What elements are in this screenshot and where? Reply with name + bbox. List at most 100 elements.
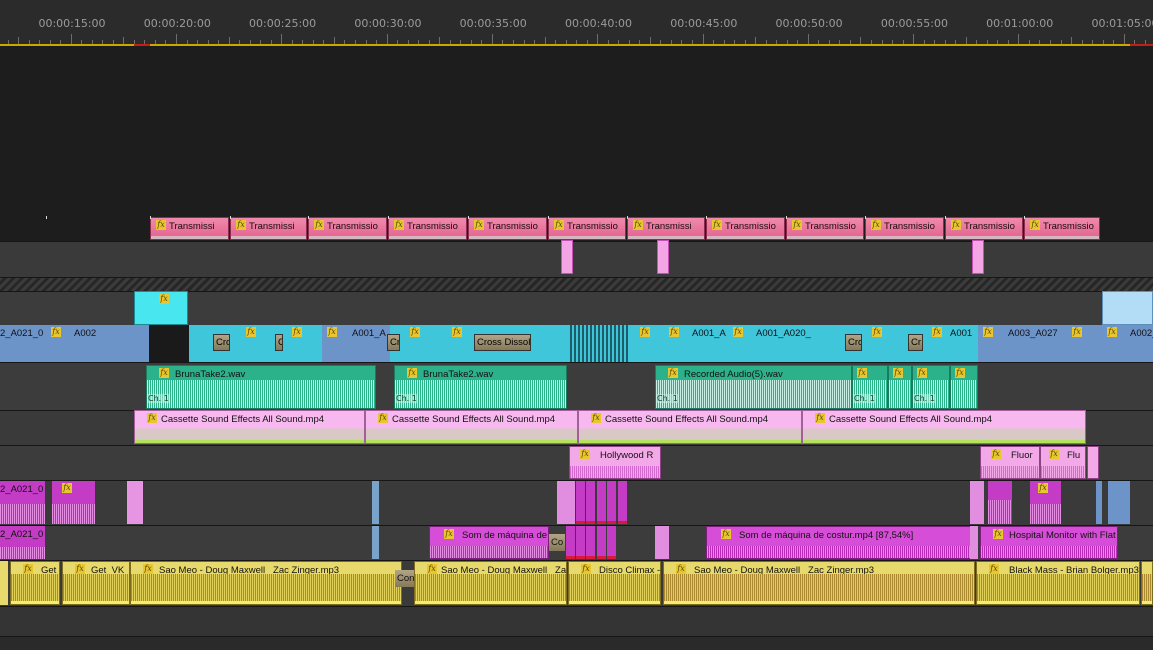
track-divider [0, 606, 1153, 607]
title-clip-transmission[interactable]: fx Transmissio [388, 217, 467, 240]
audio-clip-slice[interactable] [597, 526, 606, 559]
timecode-ruler[interactable]: 00:00:15:00 00:00:20:00 00:00:25:00 00:00:3… [0, 0, 1153, 47]
audio-clip-som[interactable]: fx Som de máquina de costur.mp4 [87,54%] [706, 526, 974, 559]
title-clip-short[interactable] [657, 240, 669, 274]
title-clip-transmission[interactable]: fx Transmissio [468, 217, 547, 240]
transition-cross-dissolve[interactable]: Cro [213, 334, 230, 351]
audio-clip-bruna[interactable]: fx BrunaTake2.wav [394, 365, 567, 409]
audio-clip-recorded[interactable]: fx Recorded Audio(5).wav [655, 365, 852, 409]
title-clip-transmission[interactable]: fx Transmissio [1024, 217, 1100, 240]
audio-clip-slice[interactable] [576, 526, 585, 559]
clip-label: 2_A021_0 [0, 484, 44, 495]
video-clip[interactable] [101, 325, 121, 362]
audio-clip[interactable] [372, 526, 379, 559]
video-clip-a021[interactable]: 2_A021_0 [0, 325, 46, 362]
video-clip-cyan[interactable]: fx [280, 325, 322, 362]
title-clip-transmission[interactable]: fx Transmissio [548, 217, 626, 240]
audio-clip[interactable] [127, 481, 143, 524]
audio-clip-slice[interactable] [586, 526, 595, 559]
audio-clip-recorded-part[interactable]: fx [888, 365, 912, 409]
video-clip-effect[interactable] [1102, 291, 1153, 325]
audio-clip-music[interactable]: fx Sao Meo - Doug Maxwell_ Za [414, 561, 567, 605]
audio-clip-slice[interactable] [566, 526, 575, 559]
video-clip-cyan[interactable]: fx [240, 325, 280, 362]
video-clip-a002[interactable]: fx A002 [46, 325, 101, 362]
audio-clip-cassette[interactable]: fx Cassette Sound Effects All Sound.mp4 [802, 410, 1086, 444]
audio-clip-a021[interactable]: 2_A021_0 [0, 481, 45, 524]
edit-point-marker [706, 216, 707, 219]
audio-clip-cassette[interactable]: fx Cassette Sound Effects All Sound.mp4 [578, 410, 802, 444]
video-gap[interactable] [149, 325, 189, 362]
audio-clip[interactable] [988, 481, 1012, 524]
title-clip-transmission[interactable]: fx Transmissio [786, 217, 864, 240]
transition-cross-dissolve[interactable]: Cr [908, 334, 923, 351]
audio-clip-slice[interactable] [618, 481, 627, 524]
video-clip-a002[interactable]: fx A002_ [1102, 325, 1153, 362]
audio-clip-fluor[interactable]: fx Fluor [980, 446, 1040, 479]
audio-clip-recorded-part[interactable]: fx [950, 365, 978, 409]
audio-clip-a021[interactable]: 2_A021_0 [0, 526, 45, 559]
audio-clip-music[interactable]: fx Get [10, 561, 60, 605]
audio-clip-som[interactable]: fx Som de máquina de [429, 526, 549, 559]
transition-cross-dissolve[interactable]: C [275, 334, 283, 351]
audio-clip-music[interactable]: fx Sao Meo - Doug Maxwell_ Zac Zinger.mp3 [663, 561, 975, 605]
audio-clip-hospital[interactable]: fx Hospital Monitor with Flat [980, 526, 1118, 559]
transition[interactable]: Con [395, 570, 414, 587]
audio-clip[interactable] [655, 526, 669, 559]
audio-clip[interactable] [557, 481, 575, 524]
audio-clip[interactable] [1096, 481, 1102, 524]
video-clip-effect[interactable]: fx [134, 291, 188, 325]
audio-clip-cassette[interactable]: fx Cassette Sound Effects All Sound.mp4 [365, 410, 578, 444]
transition-cross-dissolve[interactable]: Cr [387, 334, 400, 351]
audio-clip[interactable] [372, 481, 379, 524]
fx-badge-icon: fx [580, 449, 590, 459]
audio-clip[interactable]: fx [52, 481, 95, 524]
audio-clip-music[interactable] [1141, 561, 1153, 605]
title-clip-transmission[interactable]: fx Transmissio [865, 217, 944, 240]
audio-clip-slice[interactable] [576, 481, 585, 524]
audio-clip-cassette[interactable]: fx Cassette Sound Effects All Sound.mp4 [134, 410, 365, 444]
title-clip-short[interactable] [972, 240, 984, 274]
video-clip-a001a[interactable]: fx A001_A [322, 325, 390, 362]
video-clip-cyan[interactable]: fx [630, 325, 664, 362]
track-empty [0, 606, 1153, 636]
transition-cross-dissolve[interactable]: Cro [845, 334, 862, 351]
fx-badge-icon: fx [733, 327, 743, 337]
audio-clip[interactable] [1087, 446, 1099, 479]
audio-clip-hollywood[interactable]: fx Hollywood R [569, 446, 661, 479]
timecode-label: 00:00:55:00 [880, 17, 948, 30]
audio-clip-music[interactable]: fx Get_VK [62, 561, 130, 605]
title-clip-transmission[interactable]: fx Transmissi [230, 217, 307, 240]
title-clip-transmission[interactable]: fx Transmissio [706, 217, 785, 240]
video-clip[interactable] [121, 325, 149, 362]
audio-clip-slice[interactable] [607, 526, 616, 559]
audio-clip-bruna[interactable]: fx BrunaTake2.wav [146, 365, 376, 409]
title-clip-short[interactable] [561, 240, 573, 274]
video-clip[interactable]: fx [1062, 325, 1102, 362]
transition[interactable]: Co [549, 534, 565, 551]
audio-clip[interactable] [970, 481, 984, 524]
audio-clip-music[interactable]: fx Sao Meo - Doug Maxwell_ Zac Zinger.mp3 [130, 561, 402, 605]
title-clip-transmission[interactable]: fx Transmissi [150, 217, 229, 240]
edit-point-marker [627, 216, 628, 219]
video-clip-a001a020[interactable]: fx A001_A020_ [728, 325, 814, 362]
audio-clip[interactable]: fx [1030, 481, 1061, 524]
audio-clip[interactable] [0, 561, 8, 605]
title-clip-transmission[interactable]: fx Transmissio [308, 217, 387, 240]
timeline-scroll-area [0, 636, 1153, 650]
audio-clip-flu[interactable]: fx Flu [1040, 446, 1086, 479]
audio-clip-slice[interactable] [607, 481, 616, 524]
audio-clip-music[interactable]: fx Black Mass - Brian Bolger.mp3 [976, 561, 1140, 605]
audio-clip-slice[interactable] [586, 481, 595, 524]
title-clip-transmission[interactable]: fx Transmissi [627, 217, 705, 240]
video-clip-cyan[interactable]: fx [864, 325, 912, 362]
video-clip-a003[interactable]: fx A003_A027 [978, 325, 1062, 362]
audio-clip[interactable] [1108, 481, 1130, 524]
audio-clip-slice[interactable] [597, 481, 606, 524]
title-clip-transmission[interactable]: fx Transmissio [945, 217, 1023, 240]
audio-clip[interactable] [970, 526, 978, 559]
video-clip-a001a[interactable]: fx A001_A [664, 325, 728, 362]
transition-cross-dissolve[interactable]: Cross Dissolv [474, 334, 531, 351]
audio-clip-music[interactable]: fx Disco Climax - [568, 561, 661, 605]
video-clip-flicker[interactable] [568, 325, 630, 362]
